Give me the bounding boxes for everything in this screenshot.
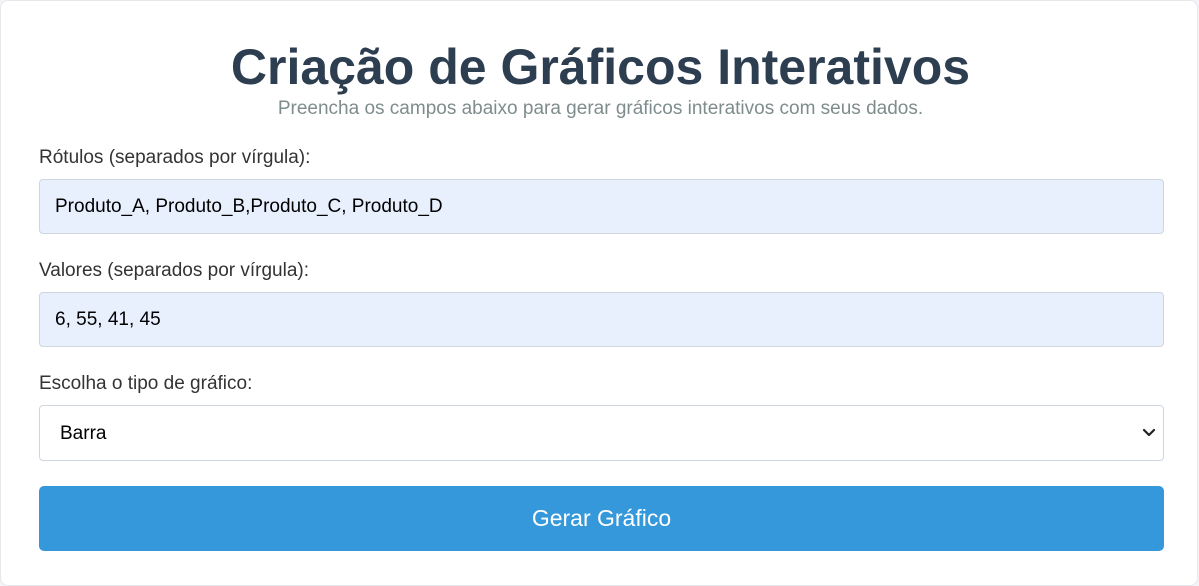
chart-type-select[interactable]: Barra bbox=[39, 405, 1164, 461]
generate-chart-button[interactable]: Gerar Gráfico bbox=[39, 486, 1164, 551]
page-title: Criação de Gráficos Interativos bbox=[230, 39, 971, 95]
chart-type-label: Escolha o tipo de gráfico: bbox=[39, 373, 253, 394]
chevron-down-icon bbox=[1142, 428, 1156, 437]
values-field-label: Valores (separados por vírgula): bbox=[39, 260, 309, 281]
values-input[interactable] bbox=[39, 292, 1164, 347]
labels-input[interactable] bbox=[39, 179, 1164, 234]
form-card: Criação de Gráficos Interativos Preencha… bbox=[0, 0, 1198, 586]
chart-type-selected-value: Barra bbox=[60, 423, 107, 444]
page-subtitle: Preencha os campos abaixo para gerar grá… bbox=[277, 98, 924, 119]
labels-field-label: Rótulos (separados por vírgula): bbox=[39, 147, 311, 168]
